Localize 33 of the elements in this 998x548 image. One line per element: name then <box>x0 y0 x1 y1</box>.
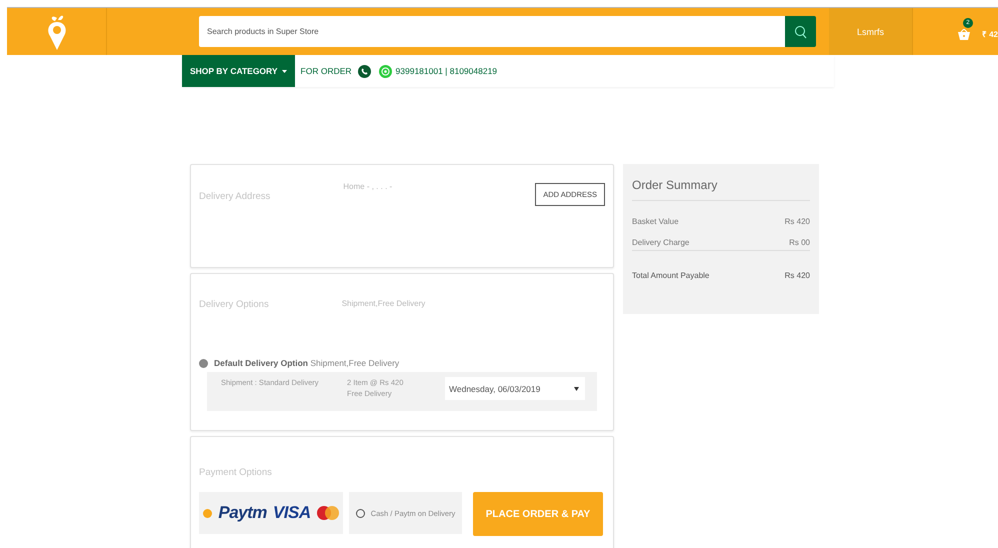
search-icon <box>794 24 807 38</box>
brand-logo: Paytm <box>218 503 267 523</box>
address-text: Home - , . . . - <box>343 182 392 191</box>
radio-button[interactable] <box>356 508 365 518</box>
mastercard-icon <box>316 506 339 520</box>
caret-icon <box>282 70 287 72</box>
search-button[interactable] <box>785 16 816 47</box>
option-label: Default Delivery Option Shipment,Free Delivery <box>214 358 400 368</box>
total-label: Total Amount Payable <box>632 271 710 280</box>
delivery-summary: Shipment,Free Delivery <box>342 299 426 308</box>
cart-total: ₹ 42 <box>982 29 998 39</box>
brand-logo: VISA <box>272 503 311 523</box>
summary-title: Order Summary <box>632 178 810 201</box>
shop-by-category-button[interactable]: SHOP BY CATEGORY <box>182 55 295 87</box>
phone-icon <box>358 64 371 78</box>
radio-button[interactable] <box>199 358 208 368</box>
section-title: Delivery Address <box>199 191 270 202</box>
summary-value: Rs 00 <box>789 238 810 247</box>
summary-value: Rs 420 <box>784 217 810 226</box>
section-title: Payment Options <box>199 467 272 478</box>
summary-label: Basket Value <box>632 217 679 226</box>
total-value: Rs 420 <box>784 271 810 280</box>
phone-numbers: 9399181001 | 8109048219 <box>396 66 498 76</box>
for-order-label: FOR ORDER <box>300 66 352 76</box>
search-field[interactable]: Search products in Super Store <box>199 16 785 47</box>
summary-label: Delivery Charge <box>632 238 690 247</box>
radio-button[interactable] <box>203 508 212 518</box>
section-title: Delivery Options <box>199 299 269 310</box>
basket-icon[interactable] <box>958 28 970 40</box>
card-payment-option[interactable]: Paytm VISA <box>199 492 343 534</box>
whatsapp-icon <box>378 64 392 78</box>
date-dropdown[interactable]: Wednesday, 06/03/2019 <box>445 377 585 400</box>
caret-icon <box>574 386 579 390</box>
